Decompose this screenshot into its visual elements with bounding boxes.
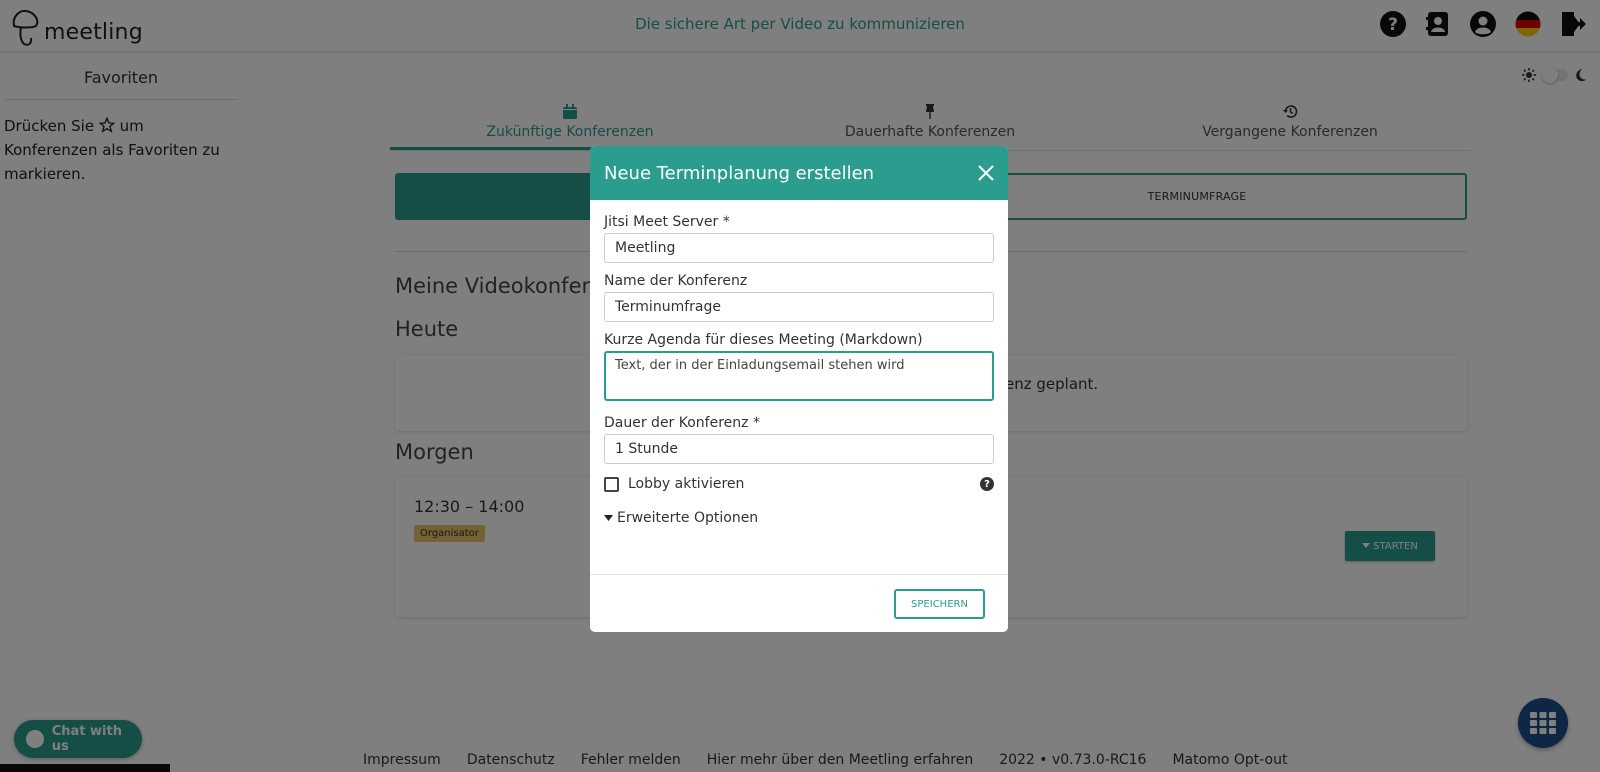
advanced-options-label: Erweiterte Optionen [617,510,759,526]
server-label: Jitsi Meet Server * [604,214,730,230]
lobby-checkbox[interactable] [604,476,619,492]
close-icon[interactable] [978,165,994,181]
modal-footer: SPEICHERN [590,574,1008,632]
lobby-checkbox-wrap[interactable]: Lobby aktivieren [604,476,744,492]
lobby-label: Lobby aktivieren [628,476,745,492]
server-select[interactable]: Meetling [604,233,994,263]
modal-title: Neue Terminplanung erstellen [604,162,875,184]
create-poll-modal: Neue Terminplanung erstellen Jitsi Meet … [590,146,1008,632]
duration-select[interactable]: 1 Stunde [604,434,994,464]
conference-name-label: Name der Konferenz [604,273,748,289]
duration-label: Dauer der Konferenz * [604,415,760,431]
caret-down-icon [604,515,613,521]
modal-body: Jitsi Meet Server * Meetling Name der Ko… [590,200,1008,526]
agenda-textarea[interactable] [604,351,994,401]
advanced-options-toggle[interactable]: Erweiterte Optionen [604,510,994,526]
conference-name-input[interactable]: Terminumfrage [604,292,994,322]
lobby-help-icon[interactable]: ? [980,477,994,491]
lobby-row: Lobby aktivieren ? [604,476,994,492]
modal-header: Neue Terminplanung erstellen [590,146,1008,200]
save-button[interactable]: SPEICHERN [894,589,985,619]
agenda-label: Kurze Agenda für dieses Meeting (Markdow… [604,332,923,348]
